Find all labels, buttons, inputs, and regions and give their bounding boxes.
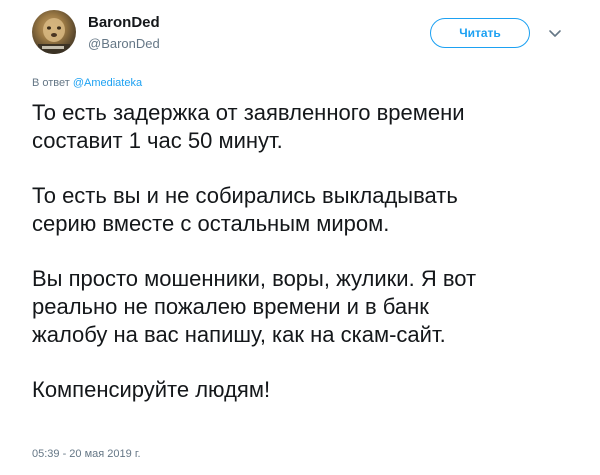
chevron-down-icon[interactable] <box>548 26 562 40</box>
tweet-text: То есть задержка от заявленного времени … <box>32 99 592 431</box>
tweet-card: BaronDed @BaronDed Читать В ответ @Amedia… <box>0 0 600 475</box>
tweet-paragraph: Компенсируйте людям! <box>32 377 271 402</box>
reply-prefix: В ответ <box>32 77 70 89</box>
tweet-timestamp[interactable]: 05:39 - 20 мая 2019 г. <box>32 447 141 461</box>
avatar[interactable] <box>32 10 76 54</box>
tweet-paragraph: То есть вы и не собирались выкладывать с… <box>32 183 458 236</box>
reply-handle-link[interactable]: @Amediateka <box>73 77 142 89</box>
avatar-photo-icon <box>38 18 70 54</box>
author-screen-name[interactable]: @BaronDed <box>88 36 160 52</box>
author-display-name[interactable]: BaronDed <box>88 14 160 32</box>
follow-button[interactable]: Читать <box>430 18 530 48</box>
reply-context: В ответ @Amediateka <box>32 76 142 90</box>
tweet-paragraph: Вы просто мошенники, воры, жулики. Я вот… <box>32 266 477 347</box>
tweet-paragraph: То есть задержка от заявленного времени … <box>32 100 465 153</box>
